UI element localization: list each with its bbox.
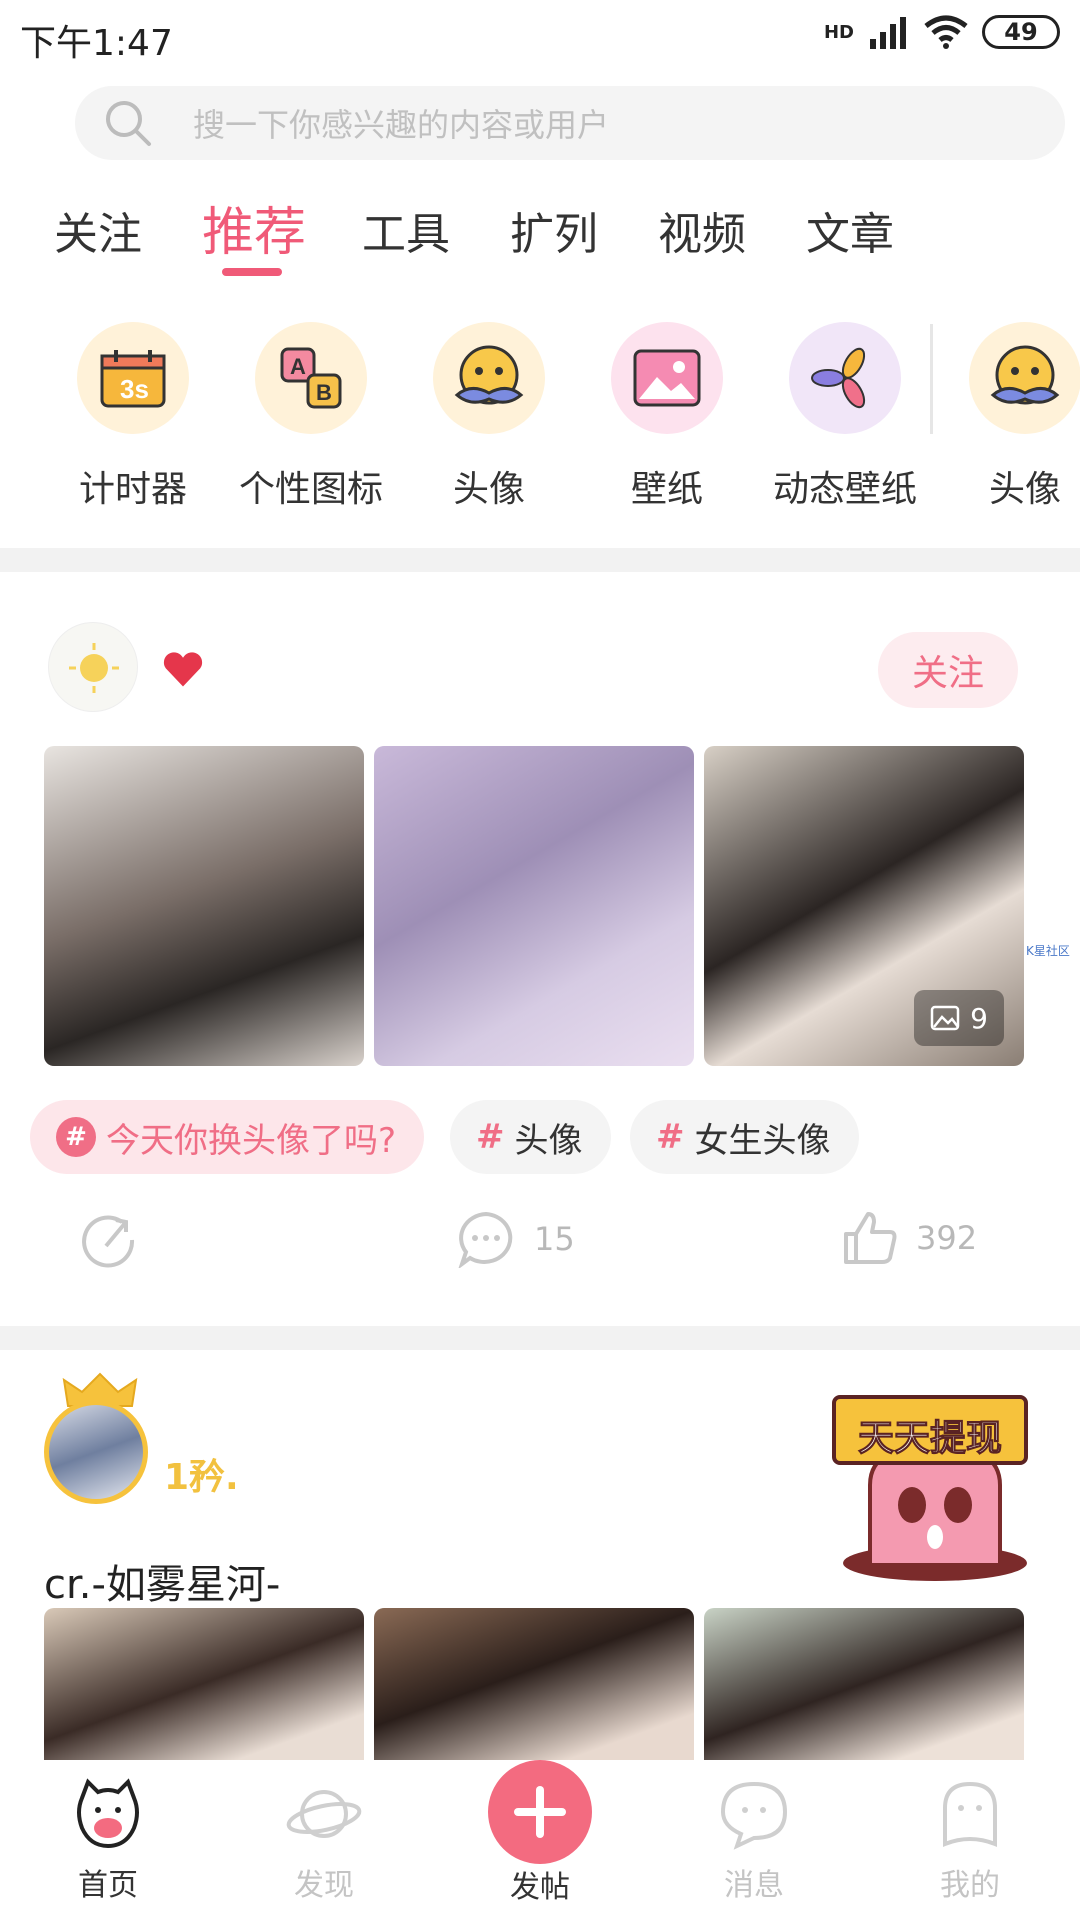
nav-messages[interactable]: 消息 [684,1778,824,1904]
tool-avatar-2[interactable]: 头像 [940,322,1080,512]
tab-follow[interactable]: 关注 [54,198,142,262]
nav-label: 首页 [78,1868,138,1903]
status-time: 下午1:47 [20,23,173,64]
tool-label: 个性图标 [238,469,383,510]
tab-recommend[interactable]: 推荐 [202,190,306,265]
search-bar[interactable]: 搜一下你感兴趣的内容或用户 [75,86,1065,160]
tool-label: 动态壁纸 [772,469,917,510]
create-post-button[interactable] [488,1760,592,1864]
avatar[interactable] [44,1400,148,1504]
image-count: 9 [970,1001,988,1035]
signal-icon [870,17,906,49]
nav-label: 消息 [724,1868,784,1903]
image-icon [930,1005,960,1031]
section-divider [0,1326,1080,1350]
topic-tag[interactable]: # 头像 [450,1100,611,1174]
tools-divider [930,324,933,434]
post-actions: 15 392 [0,1210,1080,1290]
wallpaper-icon [611,322,723,434]
tab-expand-list[interactable]: 扩列 [510,198,598,262]
post-image-3[interactable]: 9 [704,746,1024,1066]
tool-label: 壁纸 [630,469,703,510]
tool-label: 头像 [988,469,1061,510]
promo-label-box: 天天提现 [832,1395,1028,1465]
comment-count: 15 [534,1220,575,1258]
live-wallpaper-icon [789,322,901,434]
hash-icon: # [56,1117,96,1157]
tag-label: 今天你换头像了吗? [106,1120,397,1161]
timer-icon: 3s [77,322,189,434]
share-icon [82,1215,135,1268]
heart-icon [161,650,205,690]
share-button[interactable] [78,1210,138,1270]
home-icon [77,1778,139,1849]
like-button[interactable]: 392 [842,1210,977,1266]
svg-text:A: A [290,354,306,379]
tag-label: 头像 [514,1120,583,1161]
wifi-icon [924,15,968,49]
like-count: 392 [916,1219,978,1257]
tools-row: 3s 计时器 A B 个性图标 头像 壁纸 动态壁纸 头像 [0,322,1080,522]
section-divider [0,548,1080,572]
thumbs-up-icon [844,1212,897,1264]
watermark: K星社区 [1026,944,1070,958]
active-tab-indicator [222,268,282,276]
topic-tag[interactable]: # 女生头像 [630,1100,859,1174]
comment-button[interactable]: 15 [456,1210,575,1268]
follow-button[interactable]: 关注 [878,632,1018,708]
avatar[interactable] [48,622,138,712]
nav-home[interactable]: 首页 [38,1778,178,1904]
nav-profile[interactable]: 我的 [900,1778,1040,1904]
comment-icon [458,1211,513,1268]
message-icon [720,1781,788,1850]
planet-icon [286,1790,362,1838]
post-image-1[interactable] [44,746,364,1066]
search-placeholder: 搜一下你感兴趣的内容或用户 [193,106,610,144]
tool-avatar[interactable]: 头像 [404,322,574,512]
nav-discover[interactable]: 发现 [254,1778,394,1904]
nav-label: 发帖 [510,1870,570,1905]
avatar-face-icon [433,322,545,434]
category-tabs: 关注 推荐 工具 扩列 视频 文章 [0,190,1080,290]
tab-video[interactable]: 视频 [658,198,746,262]
post-image-2[interactable] [374,746,694,1066]
username[interactable]: 1矜. [164,1448,239,1500]
tag-label: 女生头像 [694,1120,831,1161]
hd-label: HD [823,21,854,43]
hash-icon: # [656,1117,685,1157]
image-count-badge: 9 [914,990,1004,1046]
promo-label: 天天提现 [857,1418,1002,1460]
tool-label: 头像 [452,469,525,510]
avatar-face-icon [969,322,1080,434]
tool-wallpaper[interactable]: 壁纸 [582,322,752,512]
svg-text:3s: 3s [120,374,149,404]
status-bar: 下午1:47 HD 49 [0,0,1080,72]
hash-icon: # [476,1117,505,1157]
plus-icon [514,1786,566,1838]
topic-tag-primary[interactable]: # 今天你换头像了吗? [30,1100,425,1174]
promo-floating-badge[interactable]: 天天提现 [830,1395,1040,1585]
nav-label: 我的 [940,1868,1000,1903]
post-title[interactable]: cr.-如雾星河- [44,1552,280,1610]
profile-ghost-icon [943,1781,997,1847]
tool-live-wallpaper[interactable]: 动态壁纸 [760,322,930,512]
tool-custom-icon[interactable]: A B 个性图标 [226,322,396,512]
svg-text:B: B [316,380,332,405]
tab-tools[interactable]: 工具 [362,198,450,262]
tool-label: 计时器 [78,469,187,510]
sun-icon [69,643,119,693]
status-icons: HD 49 [824,14,1060,50]
tab-article[interactable]: 文章 [806,198,894,262]
battery-indicator: 49 [982,15,1060,49]
tool-timer[interactable]: 3s 计时器 [48,322,218,512]
ab-icon: A B [255,322,367,434]
nav-post[interactable]: 发帖 [470,1862,610,1906]
nav-label: 发现 [294,1868,354,1903]
search-icon [106,101,151,146]
